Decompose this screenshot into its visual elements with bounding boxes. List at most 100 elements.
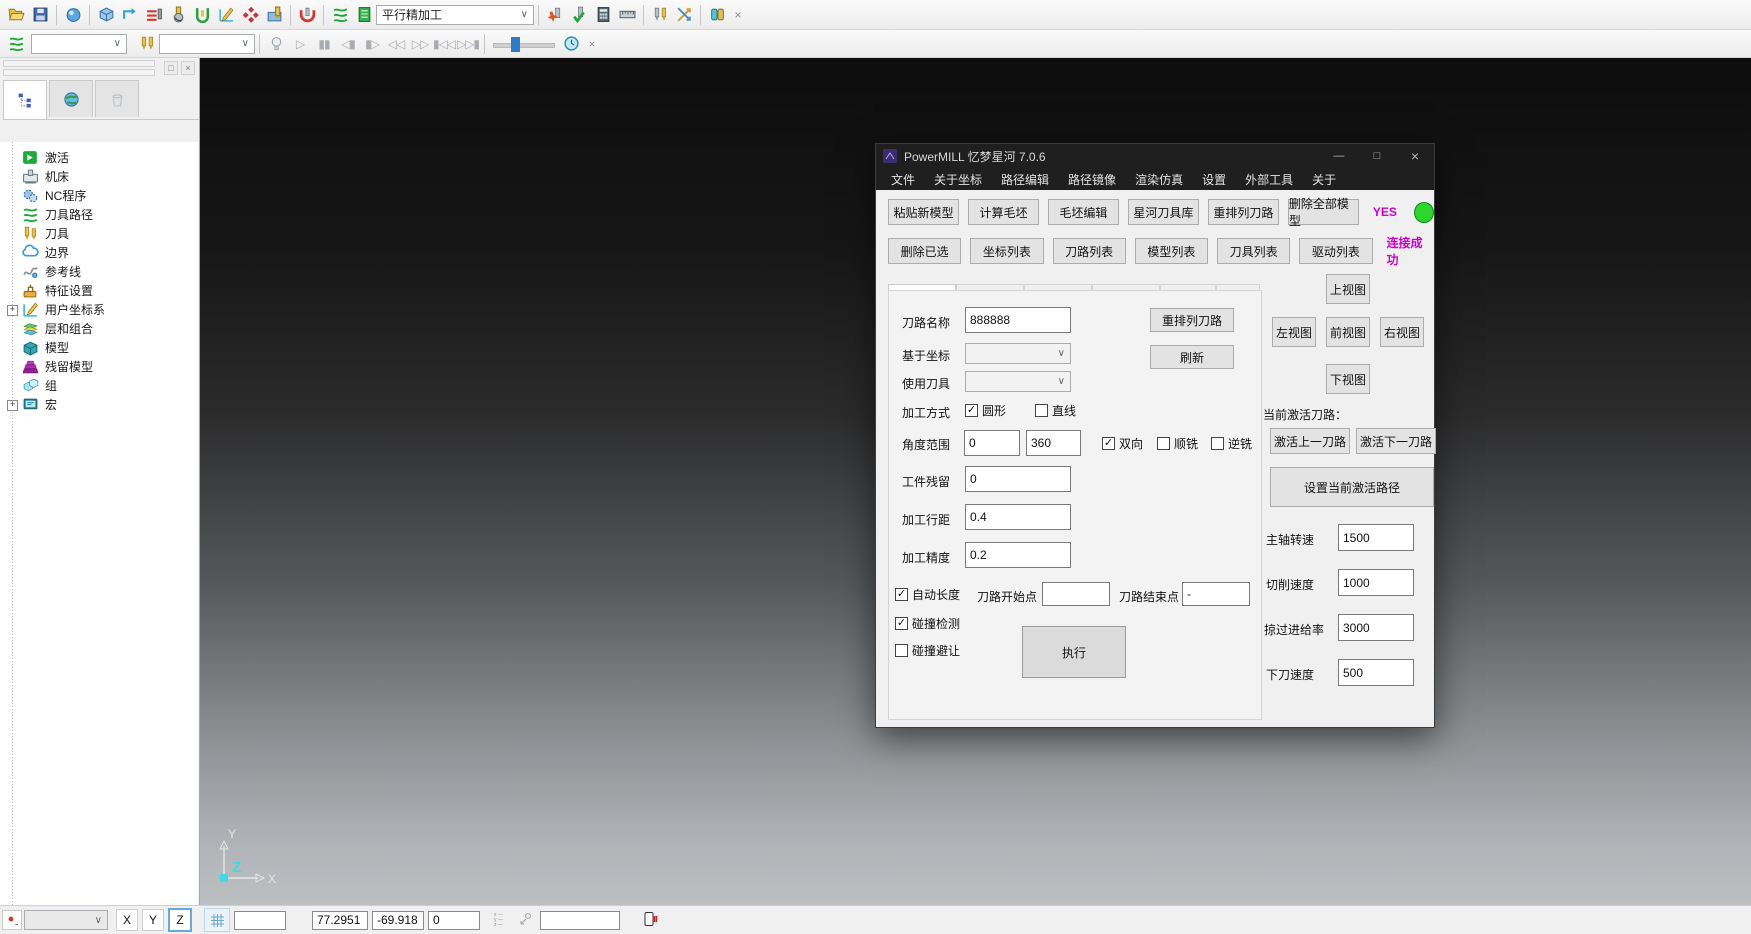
toolbar-close-icon[interactable]: × — [729, 6, 747, 24]
conventional-checkbox-row[interactable]: 逆铣 — [1211, 435, 1252, 452]
delete-selected-button[interactable]: 删除已选 — [888, 238, 961, 264]
conventional-checkbox[interactable] — [1211, 437, 1224, 450]
tree-item-nc-program[interactable]: NC程序 — [0, 186, 198, 205]
edit-stock-button[interactable]: 毛坯编辑 — [1048, 199, 1119, 225]
axis-x-button[interactable]: X — [116, 909, 138, 931]
axis-z-button[interactable]: Z — [168, 908, 192, 932]
toolpath-icon[interactable] — [328, 3, 352, 27]
tree-item-levels[interactable]: 层和组合 — [0, 319, 198, 338]
tree-item-patterns[interactable]: 参考线 — [0, 262, 198, 281]
auto-length-checkbox-row[interactable]: ✓ 自动长度 — [895, 586, 960, 603]
stepover-input[interactable] — [965, 504, 1071, 530]
sim-tool-combobox[interactable]: ∨ — [159, 34, 255, 54]
expander-icon[interactable]: + — [7, 400, 18, 411]
verify-toolpath-icon[interactable] — [543, 3, 567, 27]
angle-from-input[interactable] — [964, 430, 1020, 456]
coord-y-field[interactable]: -69.918 — [372, 911, 424, 930]
tree-item-tools[interactable]: 刀具 — [0, 224, 198, 243]
sim-rewind-icon[interactable]: ◁◁ — [384, 32, 408, 56]
grid-size-field[interactable] — [234, 911, 286, 930]
collision-avoid-checkbox-row[interactable]: 碰撞避让 — [895, 642, 960, 659]
menu-path-edit[interactable]: 路径编辑 — [1001, 171, 1049, 188]
dialog-titlebar[interactable]: PowerMILL 忆梦星河 7.0.6 — □ × — [876, 144, 1434, 168]
tab-explorer-tree[interactable] — [3, 80, 47, 119]
sim-fast-forward-icon[interactable]: ▷▷ — [408, 32, 432, 56]
stock-allowance-input[interactable] — [965, 466, 1071, 492]
calculator-icon[interactable] — [591, 3, 615, 27]
save-icon[interactable] — [28, 3, 52, 27]
tree-item-activate[interactable]: 激活 — [0, 148, 198, 167]
line-checkbox[interactable] — [1035, 404, 1048, 417]
coord-base-combobox[interactable]: ∨ — [965, 343, 1071, 364]
dock-handle[interactable] — [3, 60, 155, 67]
set-active-path-button[interactable]: 设置当前激活路径 — [1270, 467, 1434, 507]
toolbar-close-icon[interactable]: × — [583, 35, 601, 53]
panel-float-icon[interactable]: □ — [164, 61, 178, 75]
tree-item-macros[interactable]: +宏 — [0, 395, 198, 414]
tool-list-button[interactable]: 刀具列表 — [1217, 238, 1290, 264]
tree-item-stock-models[interactable]: 残留模型 — [0, 357, 198, 376]
shaded-render-icon[interactable] — [61, 3, 85, 27]
collision-detect-checkbox-row[interactable]: ✓ 碰撞检测 — [895, 615, 960, 632]
coord-list-button[interactable]: 坐标列表 — [970, 238, 1043, 264]
skim-feed-input[interactable] — [1338, 614, 1414, 641]
ball-tool-icon[interactable] — [166, 3, 190, 27]
open-file-icon[interactable] — [4, 3, 28, 27]
sim-step-forward-icon[interactable]: ▮▷ — [360, 32, 384, 56]
spindle-speed-input[interactable] — [1338, 524, 1414, 551]
slider-thumb[interactable] — [511, 37, 520, 52]
view-bottom-button[interactable]: 下视图 — [1326, 364, 1370, 394]
sim-pause-icon[interactable]: ▮▮ — [312, 32, 336, 56]
sim-step-back-icon[interactable]: ◁▮ — [336, 32, 360, 56]
activate-next-toolpath-button[interactable]: 激活下一刀路 — [1356, 428, 1436, 454]
leads-links-icon[interactable] — [118, 3, 142, 27]
strategy-list-icon[interactable] — [352, 3, 376, 27]
tool-library-button[interactable]: 星河刀具库 — [1128, 199, 1199, 225]
circle-checkbox-row[interactable]: ✓ 圆形 — [965, 402, 1006, 419]
toolpath-icon[interactable] — [4, 32, 28, 56]
toolpath-end-input[interactable] — [1182, 582, 1250, 606]
drill-block-icon[interactable] — [262, 3, 286, 27]
tree-item-boundaries[interactable]: 边界 — [0, 243, 198, 262]
minimize-button[interactable]: — — [1320, 144, 1358, 168]
use-tool-combobox[interactable]: ∨ — [965, 371, 1071, 392]
menu-file[interactable]: 文件 — [891, 171, 915, 188]
rearrange-toolpaths-button[interactable]: 重排列刀路 — [1208, 199, 1279, 225]
strategy-combobox[interactable]: 平行精加工 ∨ — [376, 5, 534, 25]
block-icon[interactable] — [94, 3, 118, 27]
delete-all-models-button[interactable]: 删除全部模型 — [1288, 199, 1359, 225]
angle-to-input[interactable] — [1026, 430, 1081, 456]
menu-render-sim[interactable]: 渲染仿真 — [1135, 171, 1183, 188]
drive-list-button[interactable]: 驱动列表 — [1299, 238, 1372, 264]
menu-path-mirror[interactable]: 路径镜像 — [1068, 171, 1116, 188]
execute-button[interactable]: 执行 — [1022, 626, 1126, 678]
maximize-button[interactable]: □ — [1358, 144, 1396, 168]
dock-handle[interactable] — [3, 69, 155, 76]
measure-field[interactable] — [540, 911, 620, 930]
workplane-combobox[interactable]: ∨ — [24, 910, 108, 930]
tab-recycle-bin[interactable] — [95, 80, 139, 117]
collision-clamp-icon[interactable] — [190, 3, 214, 27]
menu-about[interactable]: 关于 — [1312, 171, 1336, 188]
swap-axes-icon[interactable] — [672, 3, 696, 27]
tree-item-groups[interactable]: 组 — [0, 376, 198, 395]
paste-new-model-button[interactable]: 粘贴新模型 — [888, 199, 959, 225]
tree-item-models[interactable]: 模型 — [0, 338, 198, 357]
menu-about-coords[interactable]: 关于坐标 — [934, 171, 982, 188]
refresh-button[interactable]: 刷新 — [1150, 345, 1234, 369]
sim-go-end-icon[interactable]: ▷▷▮ — [456, 32, 480, 56]
bidirectional-checkbox[interactable]: ✓ — [1102, 437, 1115, 450]
cursor-mode-button[interactable] — [2, 910, 22, 930]
draw-axes-icon[interactable] — [214, 3, 238, 27]
rearrange-button[interactable]: 重排列刀路 — [1150, 308, 1234, 332]
toolpath-name-input[interactable] — [965, 307, 1071, 333]
view-right-button[interactable]: 右视图 — [1380, 317, 1424, 347]
tool-holder-icon[interactable] — [705, 3, 729, 27]
collision-detect-checkbox[interactable]: ✓ — [895, 617, 908, 630]
grid-snap-icon[interactable] — [204, 908, 230, 932]
tree-item-machine-tool[interactable]: 机床 — [0, 167, 198, 186]
bidirectional-checkbox-row[interactable]: ✓ 双向 — [1102, 435, 1143, 452]
undercut-icon[interactable] — [295, 3, 319, 27]
ruler-icon[interactable] — [615, 3, 639, 27]
sim-tool-icon[interactable] — [135, 32, 159, 56]
